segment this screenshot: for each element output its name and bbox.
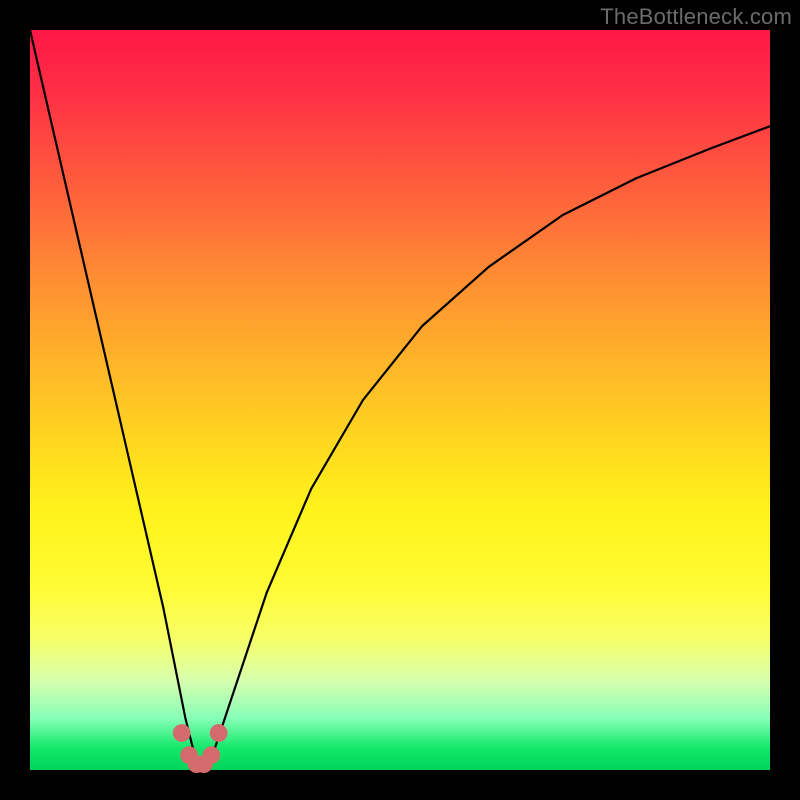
chart-frame: TheBottleneck.com [0,0,800,800]
minimum-marker [173,724,191,742]
minimum-markers [173,724,228,773]
chart-svg [30,30,770,770]
curve-line [30,30,770,763]
minimum-marker [202,746,220,764]
minimum-marker [210,724,228,742]
plot-area [30,30,770,770]
watermark-text: TheBottleneck.com [600,4,792,30]
